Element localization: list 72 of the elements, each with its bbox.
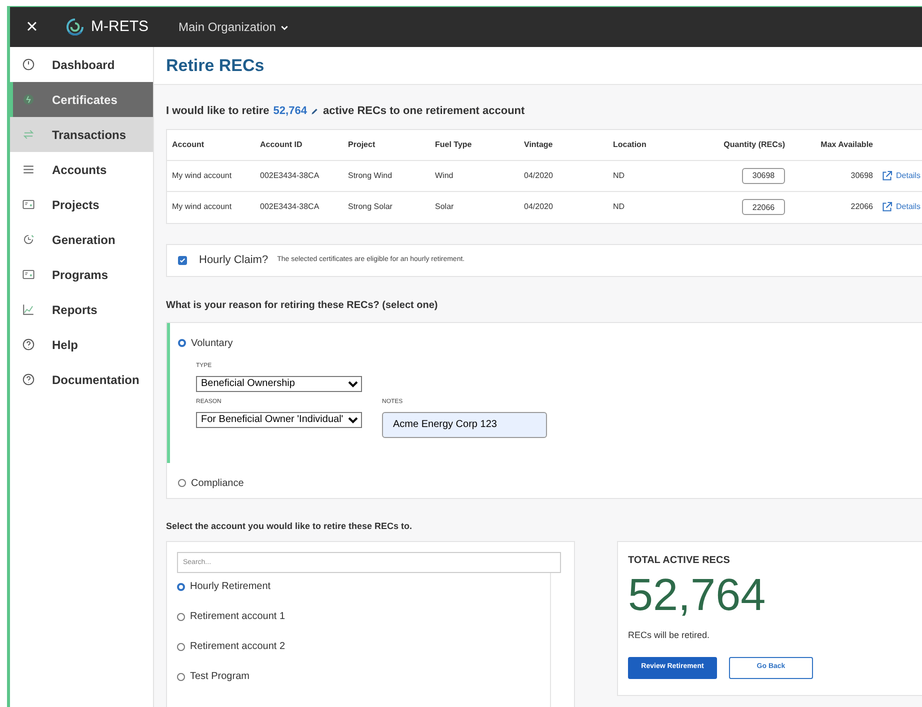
table-cell: Solar <box>435 201 454 213</box>
chart-icon <box>22 303 35 316</box>
sidebar-item[interactable]: Certificates <box>10 82 153 117</box>
radio-button[interactable] <box>177 582 185 590</box>
table-cell: My wind account <box>172 201 232 213</box>
clock-arrow-icon <box>22 233 35 246</box>
details-link[interactable]: Details <box>881 201 920 213</box>
check-icon <box>179 256 186 264</box>
bolt-circle-icon <box>22 93 35 106</box>
table-cell: 002E3434-38CA <box>260 201 320 213</box>
column-header: Account <box>172 138 204 150</box>
details-link[interactable]: Details <box>881 170 920 182</box>
quantity-input[interactable]: 30698 <box>742 168 785 184</box>
reason-dropdown[interactable]: For Beneficial Owner 'Individual' <box>196 412 362 428</box>
section-heading: What is your reason for retiring these RECs? (select one) <box>166 298 439 312</box>
radio-label: Voluntary <box>191 336 233 350</box>
summary-title: TOTAL ACTIVE RECS <box>628 554 731 568</box>
type-dropdown[interactable]: Beneficial Ownership <box>196 376 362 392</box>
radio-button[interactable] <box>177 642 185 650</box>
column-header: Quantity (RECs) <box>724 138 785 150</box>
radio-button[interactable] <box>178 339 186 347</box>
notes-input[interactable]: Acme Energy Corp 123 <box>382 412 547 438</box>
clock-icon <box>22 58 35 71</box>
sidebar-item[interactable]: Transactions <box>10 117 153 152</box>
section-heading: Select the account you would like to retire these RECs to. <box>166 520 414 533</box>
column-header: Location <box>613 138 646 150</box>
intro-text: active RECs to one retirement account <box>322 104 525 119</box>
table-cell: ND <box>613 170 625 182</box>
external-link-icon <box>881 170 893 182</box>
table-cell: 04/2020 <box>524 170 553 182</box>
quantity-input[interactable]: 22066 <box>742 199 785 215</box>
column-header: Project <box>348 138 376 150</box>
close-button[interactable]: × <box>25 17 39 37</box>
brand-name: M-RETS <box>91 16 148 37</box>
help-icon <box>22 338 35 351</box>
panel-icon <box>22 268 35 281</box>
radio-label: Compliance <box>191 476 244 490</box>
radio-label: Test Program <box>190 670 250 684</box>
radio-button[interactable] <box>177 612 185 620</box>
table-cell: Strong Wind <box>348 170 392 182</box>
table-cell: 22066 <box>850 201 873 213</box>
table-cell: My wind account <box>172 170 232 182</box>
amount-link[interactable]: 52,764 <box>273 103 319 120</box>
radio-button[interactable] <box>178 479 186 487</box>
logo-icon <box>65 17 85 37</box>
external-link-icon <box>881 201 893 213</box>
page-title: Retire RECs <box>166 54 264 77</box>
radio-label: Retirement account 1 <box>190 610 286 624</box>
arrows-icon <box>22 128 35 141</box>
table-cell: 30698 <box>850 170 873 182</box>
total-value: 52,764 <box>628 571 767 619</box>
checkbox-label: Hourly Claim? <box>199 252 268 268</box>
table-cell: 04/2020 <box>524 201 553 213</box>
table-cell: ND <box>613 201 625 213</box>
intro-text: I would like to retire <box>166 104 270 119</box>
table-cell: Strong Solar <box>348 201 392 213</box>
organization-dropdown[interactable]: Main Organization <box>178 18 289 36</box>
radio-button[interactable] <box>177 672 185 680</box>
list-icon <box>22 163 35 176</box>
panel-icon <box>22 198 35 211</box>
column-header: Account ID <box>260 138 302 150</box>
radio-label: Hourly Retirement <box>190 580 271 594</box>
checkbox[interactable] <box>178 256 187 264</box>
column-header: Fuel Type <box>435 138 472 150</box>
radio-label: Retirement account 2 <box>190 640 286 654</box>
pencil-icon <box>310 106 319 116</box>
help-icon <box>22 373 35 386</box>
column-header: Vintage <box>524 138 553 150</box>
table-cell: Wind <box>435 170 454 182</box>
column-header: Max Available <box>820 138 873 150</box>
table-cell: 002E3434-38CA <box>260 170 320 182</box>
summary-caption: RECs will be retired. <box>628 629 711 642</box>
